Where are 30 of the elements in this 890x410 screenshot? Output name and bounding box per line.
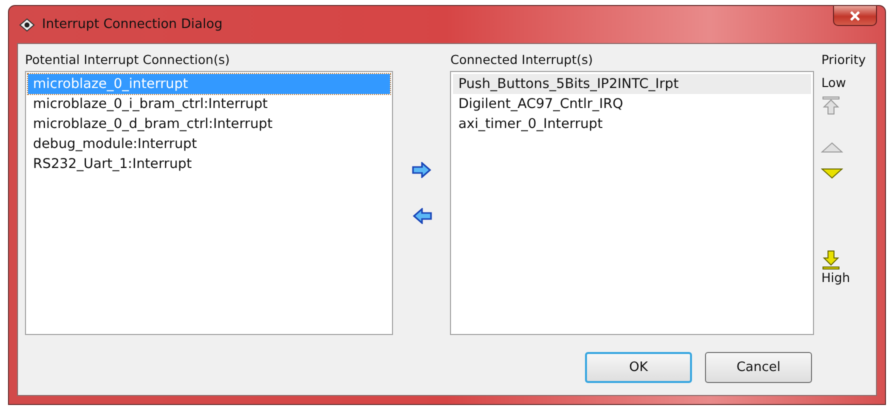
list-item[interactable]: axi_timer_0_Interrupt [453, 114, 812, 134]
list-item[interactable]: microblaze_0_d_bram_ctrl:Interrupt [28, 114, 390, 134]
add-button[interactable] [410, 162, 433, 178]
priority-label: Priority [821, 52, 866, 67]
window-title: Interrupt Connection Dialog [42, 17, 222, 32]
list-item[interactable]: debug_module:Interrupt [28, 134, 390, 154]
list-label: Potential Interrupt Connection(s) [25, 52, 231, 67]
down-triangle-icon [821, 168, 844, 180]
remove-button[interactable] [410, 208, 433, 224]
right-arrow-icon [410, 162, 433, 178]
cancel-button[interactable]: Cancel [705, 352, 812, 383]
move-bottom-arrow-icon [821, 250, 842, 270]
up-triangle-icon [821, 142, 844, 154]
list-item[interactable]: Digilent_AC97_Cntlr_IRQ [453, 94, 812, 114]
left-arrow-icon [410, 208, 433, 224]
move-top-arrow-icon [821, 96, 842, 116]
list-box[interactable]: microblaze_0_interrupt microblaze_0_i_bram_ctrl:Interrupt microblaze_0_d_bram_ctrl:Interrupt debug_module:Interrupt RS232_Uart_1:Interrupt [25, 71, 393, 335]
app-icon [19, 18, 35, 32]
list-box[interactable]: Push_Buttons_5Bits_IP2INTC_Irpt Digilent_AC97_Cntlr_IRQ axi_timer_0_Interrupt [450, 71, 814, 335]
close-icon [849, 10, 861, 20]
ok-button[interactable]: OK [585, 352, 692, 383]
list-item[interactable]: microblaze_0_i_bram_ctrl:Interrupt [28, 94, 390, 114]
priority-button[interactable] [821, 168, 844, 180]
list-label: Connected Interrupt(s) [450, 52, 594, 67]
low-label: Low [821, 75, 846, 90]
list-item[interactable]: Push_Buttons_5Bits_IP2INTC_Irpt [453, 74, 812, 94]
priority-button[interactable] [821, 250, 842, 270]
close-button[interactable] [833, 6, 877, 26]
high-label: High [821, 270, 850, 285]
list-item[interactable]: RS232_Uart_1:Interrupt [28, 154, 390, 174]
